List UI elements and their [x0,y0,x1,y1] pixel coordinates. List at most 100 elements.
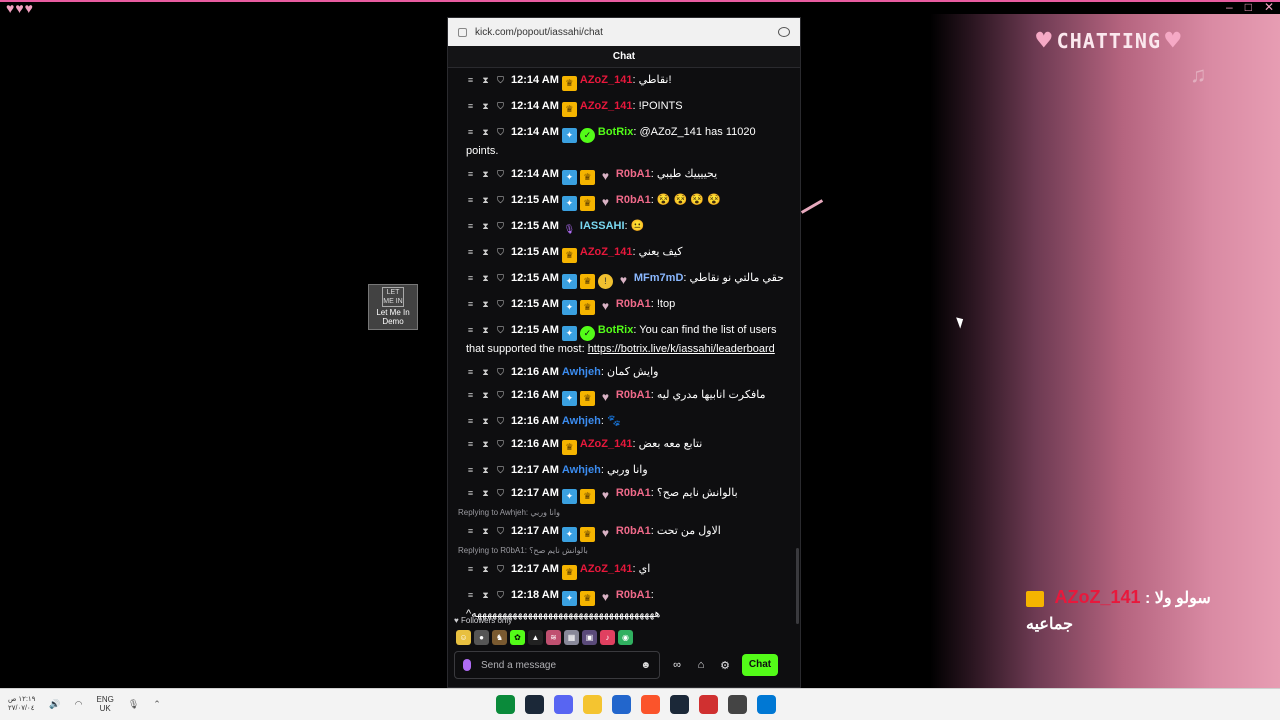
desktop-shortcut-let-me-in[interactable]: LET ME IN Let Me In Demo [368,284,418,330]
shield-icon[interactable]: ⛉ [496,192,505,208]
chat-message[interactable]: ≡ ⧗ ⛉ 12:14 AM ✦ ✓ BotRix: @AZoZ_141 has 11020… [448,120,800,162]
chat-message[interactable]: ≡ ⧗ ⛉ 12:15 AM ✦ ✓ BotRix: You can find the li… [448,318,800,360]
message-username[interactable]: R0bA1 [616,589,651,601]
emote-icon[interactable]: ✿ [510,630,525,645]
chat-message[interactable]: ≡ ⧗ ⛉ 12:16 AM ✦ ♛ ♥ R0bA1: مافكرت انابيها مدري… [448,383,800,409]
pin-icon[interactable]: ≡ [466,523,475,539]
pin-icon[interactable]: ≡ [466,364,475,380]
timeout-icon[interactable]: ⧗ [481,322,490,338]
shield-icon[interactable]: ⛉ [496,364,505,380]
eye-off-icon[interactable] [778,27,790,37]
chat-message[interactable]: ≡ ⧗ ⛉ 12:17 AM ✦ ♛ ♥ R0bA1: بالوانش نايم صح؟ [448,481,800,507]
shield-icon[interactable]: ⛉ [496,561,505,577]
timeout-icon[interactable]: ⧗ [481,485,490,501]
emote-icon[interactable]: ● [474,630,489,645]
emote-icon[interactable]: ▦ [564,630,579,645]
shield-icon[interactable]: ⛉ [496,98,505,114]
brave-browser-icon[interactable] [641,695,660,714]
shield-icon[interactable]: ⛉ [496,387,505,403]
message-link[interactable]: https://botrix.live/k/iassahi/leaderboar… [588,343,775,355]
shield-icon[interactable]: ⛉ [496,462,505,478]
message-username[interactable]: R0bA1 [616,525,651,537]
message-username[interactable]: AZoZ_141 [580,246,633,258]
pin-icon[interactable]: ≡ [466,166,475,182]
pin-icon[interactable]: ≡ [466,192,475,208]
pin-icon[interactable]: ≡ [466,124,475,140]
message-username[interactable]: Awhjeh [562,366,601,378]
timeout-icon[interactable]: ⧗ [481,561,490,577]
message-username[interactable]: Awhjeh [562,464,601,476]
chat-message[interactable]: ≡ ⧗ ⛉ 12:15 AM 🎙 IASSAHI: 😐 [448,214,800,240]
shield-icon[interactable]: ⛉ [496,523,505,539]
emote-icon[interactable]: ☺ [456,630,471,645]
timeout-icon[interactable]: ⧗ [481,72,490,88]
shield-icon[interactable]: ⛉ [496,587,505,603]
timeout-icon[interactable]: ⧗ [481,436,490,452]
timeout-icon[interactable]: ⧗ [481,124,490,140]
reply-context[interactable]: Replying to R0bA1: بالوانش نايم صح؟ [448,545,800,557]
message-username[interactable]: R0bA1 [616,389,651,401]
maximize-icon[interactable]: □ [1245,0,1252,14]
timeout-icon[interactable]: ⧗ [481,244,490,260]
emote-icon[interactable]: ▣ [582,630,597,645]
emote-icon[interactable]: ♞ [492,630,507,645]
pin-icon[interactable]: ≡ [466,462,475,478]
pin-icon[interactable]: ≡ [466,436,475,452]
message-username[interactable]: AZoZ_141 [580,563,633,575]
points-icon[interactable]: ∞ [670,659,684,671]
pin-icon[interactable]: ≡ [466,587,475,603]
chat-message[interactable]: ≡ ⧗ ⛉ 12:14 AM ✦ ♛ ♥ R0bA1: يحييييك طيبي [448,162,800,188]
site-info-icon[interactable] [458,27,467,37]
chat-message[interactable]: ≡ ⧗ ⛉ 12:16 AM Awhjeh: 🐾 [448,409,800,432]
shield-icon[interactable]: ⛉ [496,413,505,429]
shield-icon[interactable]: ⛉ [496,270,505,286]
timeout-icon[interactable]: ⧗ [481,523,490,539]
shield-icon[interactable]: ⛉ [496,166,505,182]
message-username[interactable]: MFm7mD [634,272,684,284]
timeout-icon[interactable]: ⧗ [481,218,490,234]
timeout-icon[interactable]: ⧗ [481,587,490,603]
pin-icon[interactable]: ≡ [466,296,475,312]
timeout-icon[interactable]: ⧗ [481,364,490,380]
pin-icon[interactable]: ≡ [466,218,475,234]
chat-message[interactable]: ≡ ⧗ ⛉ 12:15 AM ✦ ♛! ♥ MFm7mD: حقي مالتي نو نقاط… [448,266,800,292]
scrollbar[interactable] [796,548,799,624]
pin-icon[interactable]: ≡ [466,244,475,260]
language-indicator[interactable]: ENG UK [96,695,113,713]
message-input-box[interactable]: ☻ [454,651,660,679]
pin-icon[interactable]: ≡ [466,413,475,429]
chat-message-list[interactable]: ≡ ⧗ ⛉ 12:14 AM ♛ AZoZ_141: نقاطي! ≡ ⧗ ⛉ 12:14 AM ♛… [448,68,800,624]
volume-icon[interactable]: 🔊 [49,699,60,710]
message-username[interactable]: R0bA1 [616,194,651,206]
chat-message[interactable]: ≡ ⧗ ⛉ 12:16 AM Awhjeh: وايش كمان [448,360,800,383]
timeout-icon[interactable]: ⧗ [481,192,490,208]
recording-app-icon[interactable] [699,695,718,714]
message-username[interactable]: BotRix [598,126,633,138]
pin-icon[interactable]: ≡ [466,72,475,88]
chat-message[interactable]: ≡ ⧗ ⛉ 12:17 AM Awhjeh: وانا وربي [448,458,800,481]
chat-message[interactable]: ≡ ⧗ ⛉ 12:14 AM ♛ AZoZ_141: !POINTS [448,94,800,120]
chat-message[interactable]: ≡ ⧗ ⛉ 12:17 AM ♛ AZoZ_141: اي [448,557,800,583]
reply-context[interactable]: Replying to Awhjeh: وانا وربي [448,507,800,519]
chat-message[interactable]: ≡ ⧗ ⛉ 12:17 AM ✦ ♛ ♥ R0bA1: الاول من تحت [448,519,800,545]
shield-icon[interactable]: ⛉ [496,436,505,452]
timeout-icon[interactable]: ⧗ [481,296,490,312]
app-icon[interactable] [612,695,631,714]
shield-icon[interactable]: ⛉ [496,296,505,312]
pin-icon[interactable]: ≡ [466,322,475,338]
chevron-up-icon[interactable]: ⌃ [153,699,161,710]
settings-gear-icon[interactable]: ⚙ [718,659,732,672]
message-username[interactable]: AZoZ_141 [580,438,633,450]
emote-icon[interactable]: ▲ [528,630,543,645]
message-username[interactable]: R0bA1 [616,168,651,180]
timeout-icon[interactable]: ⧗ [481,387,490,403]
clock[interactable]: ١٢:١٩ ص ٢٧/٠٧/٠٤ [8,695,35,713]
emote-icon[interactable]: ≋ [546,630,561,645]
timeout-icon[interactable]: ⧗ [481,98,490,114]
mic-icon[interactable] [463,659,471,671]
shield-icon[interactable]: ⛉ [496,485,505,501]
shield-icon[interactable]: ⛉ [496,244,505,260]
timeout-icon[interactable]: ⧗ [481,413,490,429]
message-username[interactable]: IASSAHI [580,220,625,232]
windows-start-icon[interactable] [757,695,776,714]
